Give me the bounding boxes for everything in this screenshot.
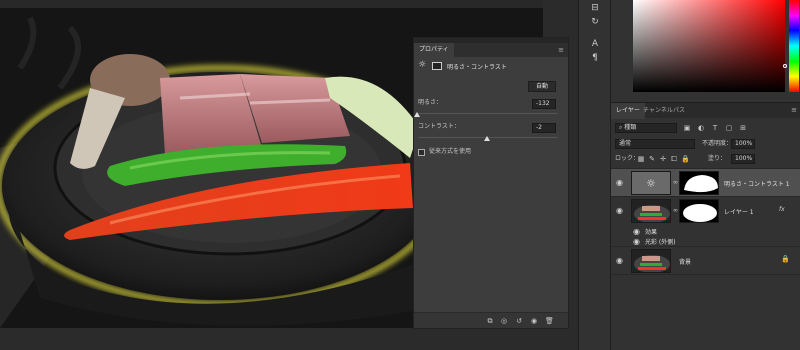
history-icon[interactable]: ⊟ [589,2,601,14]
color-picker-field[interactable] [633,0,785,92]
panel-icon-strip: ⊟ ↻ A ¶ [578,0,610,350]
mask-icon[interactable] [432,62,442,70]
canvas-bottom-bar [0,328,578,350]
panel-menu-icon[interactable]: ≡ [791,106,797,114]
lock-paint-icon[interactable]: ✎ [648,155,656,163]
filter-adjustment-icon[interactable]: ◐ [697,124,705,132]
properties-bottom-toolbar: ⧉ ◎ ↺ ◉ 🗑 [414,312,568,328]
lock-position-icon[interactable]: ✛ [659,155,667,163]
filter-smart-icon[interactable]: ⊞ [739,124,747,132]
character-icon[interactable]: A [589,38,601,50]
tab-properties[interactable]: プロパティ [414,43,454,57]
trash-icon[interactable]: 🗑 [545,317,554,325]
layer-filter-row: ⌕ 種類 ▣ ◐ T ▢ ⊞ [611,122,800,136]
properties-tabbar: プロパティ ≡ [414,43,568,57]
layer1-mask-thumbnail [679,199,719,223]
lock-artboard-icon[interactable]: ⧠ [670,155,678,163]
hue-slider[interactable] [789,0,799,92]
opacity-input[interactable]: 100% [731,139,755,149]
brightness-input[interactable]: -132 [532,99,556,109]
panel-menu-icon[interactable]: ≡ [558,46,564,54]
view-previous-icon[interactable]: ◎ [500,317,508,325]
sun-icon: ☼ [646,177,656,190]
contrast-slider-thumb[interactable] [484,136,490,141]
adjustment-thumbnail: ☼ [631,171,671,195]
eye-icon[interactable]: ◉ [616,179,626,187]
blend-mode-select[interactable]: 通常 [615,139,695,149]
mask-shape [684,175,718,193]
lock-all-icon[interactable]: 🔒 [681,155,690,163]
legacy-checkbox[interactable] [418,149,425,156]
eye-icon[interactable]: ◉ [633,238,643,246]
blend-row: 通常 不透明度： 100% [611,138,800,152]
layer-row-background[interactable]: ◉ 背景 🔒 [611,246,800,274]
paragraph-icon[interactable]: ¶ [589,52,601,64]
reset-icon[interactable]: ↺ [515,317,523,325]
color-picker-marker[interactable] [783,64,787,68]
layers-empty-area[interactable] [611,274,800,350]
brightness-slider-thumb[interactable] [414,112,420,117]
auto-button[interactable]: 自動 [528,81,556,92]
clip-to-layer-icon[interactable]: ⧉ [486,317,494,325]
mask-thumbnail [679,171,719,195]
eye-icon[interactable]: ◉ [530,317,538,325]
brightness-label: 明るさ： [418,99,443,106]
mask-shape [683,204,717,222]
opacity-label: 不透明度： [702,140,733,147]
brightness-slider-track[interactable] [418,113,558,114]
chain-icon[interactable]: ∞ [673,207,678,214]
adjustment-header: ☼ 明るさ・コントラスト [418,60,564,74]
eye-icon[interactable]: ◉ [616,257,626,265]
properties-panel: プロパティ ≡ ☼ 明るさ・コントラスト 自動 明るさ： -132 コントラスト… [413,37,569,329]
layer-name[interactable]: レイヤー 1 [724,207,754,216]
filter-shape-icon[interactable]: ▢ [725,124,733,132]
fill-label: 塗り： [708,155,727,162]
layer1-thumbnail [631,199,671,223]
lock-row: ロック： ▦ ✎ ✛ ⧠ 🔒 塗り： 100% [611,153,800,167]
tab-paths[interactable]: パス [668,103,690,119]
lock-label: ロック： [615,155,640,162]
actions-icon[interactable]: ↻ [589,16,601,28]
photo-thumbnail-art [634,205,670,222]
fx-badge[interactable]: fx [779,206,785,213]
layers-tabbar: レイヤー チャンネル パス ≡ [611,102,800,119]
filter-pixel-icon[interactable]: ▣ [683,124,691,132]
eye-icon[interactable]: ◉ [616,207,626,215]
adjustment-title: 明るさ・コントラスト [447,64,507,71]
layer-row-adjustment[interactable]: ◉ ☼ ∞ 明るさ・コントラスト 1 [611,168,800,196]
filter-kind-value: 種類 [624,124,637,131]
layer-row-layer1[interactable]: ◉ ∞ レイヤー 1 fx ◉ 効果 ◉ 光彩 (外側) [611,196,800,246]
contrast-label: コントラスト： [418,123,460,130]
effects-label: 効果 [645,229,658,236]
layer-name[interactable]: 背景 [679,257,691,266]
eye-icon[interactable]: ◉ [633,228,643,236]
filter-kind-select[interactable]: ⌕ 種類 [615,123,677,133]
filter-type-icon[interactable]: T [711,124,719,132]
legacy-label: 従来方式を使用 [429,148,472,155]
contrast-input[interactable]: -2 [532,123,556,133]
sun-icon: ☼ [418,60,427,70]
right-panel: レイヤー チャンネル パス ≡ ⌕ 種類 ▣ ◐ T ▢ ⊞ 通常 不透明度： … [610,0,800,350]
fill-input[interactable]: 100% [731,154,755,164]
photo-thumbnail-art [634,255,670,272]
chain-icon[interactable]: ∞ [673,179,678,186]
lock-transparency-icon[interactable]: ▦ [637,155,645,163]
lock-icon: 🔒 [781,255,790,263]
layer-name[interactable]: 明るさ・コントラスト 1 [724,179,790,188]
effect-item-outer-glow[interactable]: 光彩 (外側) [645,237,676,246]
background-thumbnail [631,249,671,273]
